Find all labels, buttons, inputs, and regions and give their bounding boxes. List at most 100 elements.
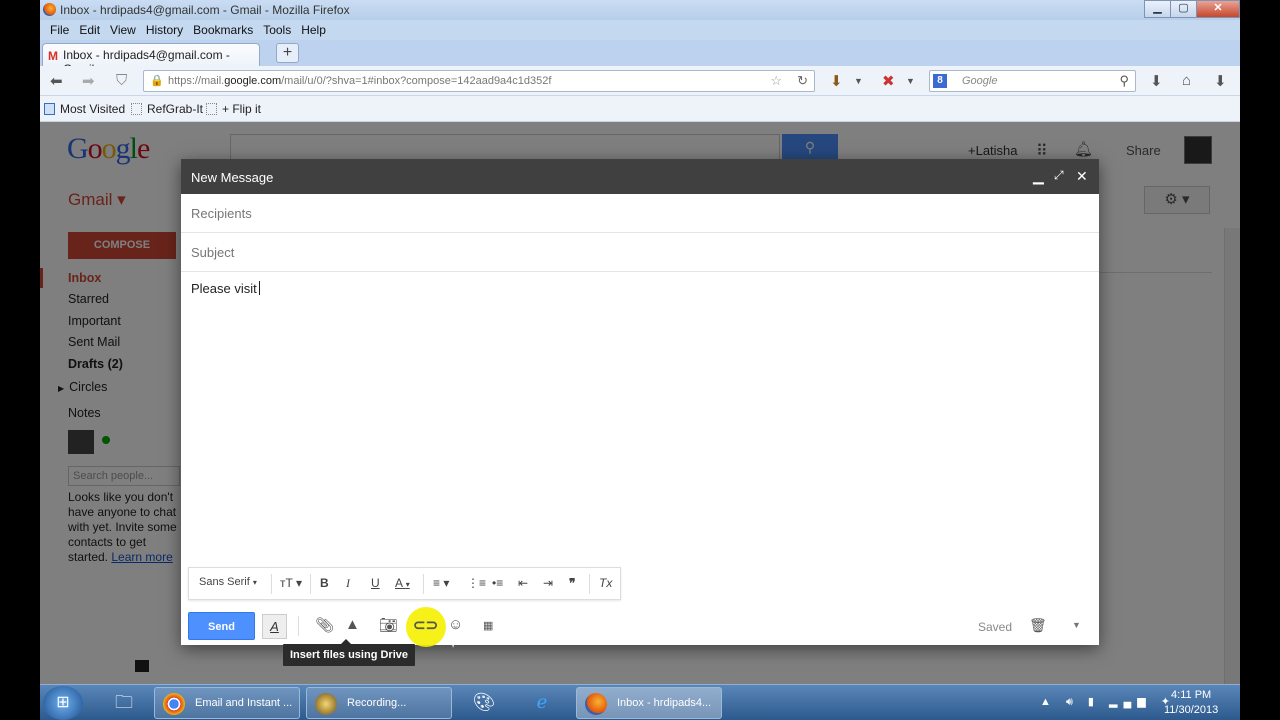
recipients-field[interactable]: Recipients (181, 194, 1099, 233)
divider (423, 574, 424, 594)
internet-explorer-icon[interactable]: ℯ (518, 687, 566, 719)
recorder-icon (315, 693, 337, 715)
navigation-bar: ⬅ ➡ ⛉ 🔒 https://mail.google.com/mail/u/0… (40, 66, 1240, 96)
drive-tooltip: Insert files using Drive (283, 639, 415, 666)
insert-link-icon[interactable]: ⊂⊃ (413, 616, 438, 634)
clock-date: 11/30/2013 (1164, 704, 1219, 716)
numbered-list-icon[interactable]: ⋮≡ (467, 576, 486, 590)
search-bar[interactable]: 8 Google ⚲ (929, 70, 1136, 92)
compose-header: New Message ▁ ⤢ ✕ (181, 159, 1099, 194)
left-letterbox (0, 0, 40, 720)
dropdown-arrow-icon[interactable]: ▼ (906, 76, 915, 86)
file-explorer-icon[interactable]: 🗀 (100, 687, 148, 719)
compose-window: New Message ▁ ⤢ ✕ Recipients Subject Ple… (181, 159, 1099, 647)
bookmark-star-icon[interactable]: ☆ (770, 73, 782, 89)
quote-icon[interactable]: ❞ (569, 576, 575, 590)
search-placeholder: Google (962, 75, 998, 87)
divider (589, 574, 590, 594)
taskbar-label: Email and Instant ... (195, 697, 293, 709)
window-title: Inbox - hrdipads4@gmail.com - Gmail - Mo… (60, 3, 350, 17)
chevron-down-icon: ▾ (252, 578, 257, 587)
text-caret (258, 281, 260, 295)
firefox-icon (585, 693, 607, 715)
menu-history[interactable]: History (141, 20, 188, 40)
taskbar-recording[interactable]: Recording... (306, 687, 452, 719)
font-family-label: Sans Serif (199, 576, 250, 588)
subject-field[interactable]: Subject (181, 233, 1099, 272)
url-domain: google.com (224, 75, 282, 87)
addon-icon[interactable]: ✖ (882, 72, 895, 90)
bookmark-page-icon (131, 103, 142, 115)
indent-less-icon[interactable]: ⇤ (518, 576, 528, 590)
attach-file-icon[interactable]: 📎︎ (315, 616, 334, 634)
bookmark-refgrab[interactable]: RefGrab-It (131, 102, 203, 116)
remove-formatting-button[interactable]: Tx (599, 576, 612, 590)
insert-invitation-icon[interactable]: ▦ (483, 619, 493, 632)
indent-more-icon[interactable]: ⇥ (543, 576, 553, 590)
bookmark-flip-it[interactable]: + Flip it (206, 102, 261, 116)
search-engine-icon[interactable]: 8 (933, 74, 947, 88)
download-helper-icon[interactable]: ⬇ (830, 72, 843, 90)
start-button-icon[interactable]: ⊞ (43, 686, 83, 720)
discard-draft-icon[interactable]: 🗑︎ (1029, 617, 1047, 634)
compose-title: New Message (191, 170, 274, 185)
more-options-icon[interactable]: ▼ (1072, 620, 1081, 630)
font-size-icon[interactable]: тT ▾ (280, 576, 302, 590)
windows-taskbar: ⊞ 🗀 Email and Instant ... Recording... 🎨… (40, 684, 1240, 720)
formatting-options-toggle[interactable]: A (262, 614, 287, 639)
save-icon[interactable]: ⬇ (1214, 72, 1227, 90)
firefox-logo-icon (43, 3, 56, 16)
url-path: /mail/u/0/?shva=1#inbox?compose=142aad9a… (281, 75, 552, 87)
text-color-label: A (395, 576, 403, 590)
dropdown-arrow-icon[interactable]: ▼ (854, 76, 863, 86)
underline-button[interactable]: U (371, 576, 380, 590)
message-body[interactable]: Please visit (191, 281, 260, 296)
home-icon[interactable]: ⌂ (1182, 72, 1191, 89)
divider (298, 616, 299, 636)
text-color-button[interactable]: A ▾ (395, 576, 410, 590)
downloads-icon[interactable]: ⬇ (1150, 72, 1163, 90)
menu-bar: File Edit View History Bookmarks Tools H… (40, 20, 1240, 40)
menu-help[interactable]: Help (296, 20, 331, 40)
bookmark-most-visited[interactable]: Most Visited (44, 102, 125, 116)
bulleted-list-icon[interactable]: •≡ (492, 576, 503, 590)
taskbar-clock[interactable]: 4:11 PM 11/30/2013 (1164, 688, 1218, 718)
bookmark-folder-icon (44, 103, 55, 115)
bookmarks-toolbar: Most Visited RefGrab-It + Flip it (40, 96, 1240, 122)
tab-gmail-inbox[interactable]: M Inbox - hrdipads4@gmail.com - Gmail (42, 43, 260, 76)
menu-view[interactable]: View (105, 20, 141, 40)
identity-icon[interactable]: ⛉ (116, 72, 127, 89)
send-button[interactable]: Send (188, 612, 255, 640)
menu-edit[interactable]: Edit (74, 20, 105, 40)
close-compose-icon[interactable]: ✕ (1076, 168, 1088, 185)
new-tab-button[interactable]: + (276, 43, 299, 63)
divider (271, 574, 272, 594)
search-icon[interactable]: ⚲ (1119, 73, 1129, 89)
taskbar-label: Inbox - hrdipads4... (617, 697, 712, 709)
back-arrow-icon[interactable]: ⬅ (50, 72, 63, 90)
gmail-favicon-icon: M (48, 49, 58, 63)
system-tray-icons[interactable]: ▲ 🔊︎ ▮ ▂▄▆ ✦ (1040, 695, 1176, 709)
popout-compose-icon[interactable]: ⤢ (1054, 168, 1064, 183)
reload-icon[interactable]: ↻ (797, 73, 808, 89)
align-icon[interactable]: ≡ ▾ (433, 576, 449, 590)
menu-tools[interactable]: Tools (258, 20, 296, 40)
paint-icon[interactable]: 🎨︎ (460, 687, 508, 719)
taskbar-chrome[interactable]: Email and Instant ... (154, 687, 300, 719)
url-bar[interactable]: 🔒 https://mail.google.com/mail/u/0/?shva… (143, 70, 815, 92)
insert-photo-icon[interactable]: 📷︎ (379, 616, 398, 634)
font-family-select[interactable]: Sans Serif ▾ (199, 576, 257, 588)
google-drive-icon[interactable]: ▲ (345, 616, 360, 633)
menu-bookmarks[interactable]: Bookmarks (188, 20, 258, 40)
url-prefix: https://mail. (168, 75, 225, 87)
menu-file[interactable]: File (45, 20, 74, 40)
bold-button[interactable]: B (320, 576, 329, 590)
close-button[interactable]: ✕ (1196, 0, 1240, 18)
forward-arrow-icon[interactable]: ➡ (82, 72, 95, 90)
minimize-compose-icon[interactable]: ▁ (1033, 168, 1044, 185)
maximize-button[interactable]: ▢ (1170, 0, 1197, 18)
taskbar-firefox[interactable]: Inbox - hrdipads4... (576, 687, 722, 719)
italic-button[interactable]: I (346, 576, 350, 591)
bookmark-label: Most Visited (60, 102, 126, 116)
minimize-button[interactable]: ▁ (1144, 0, 1171, 18)
